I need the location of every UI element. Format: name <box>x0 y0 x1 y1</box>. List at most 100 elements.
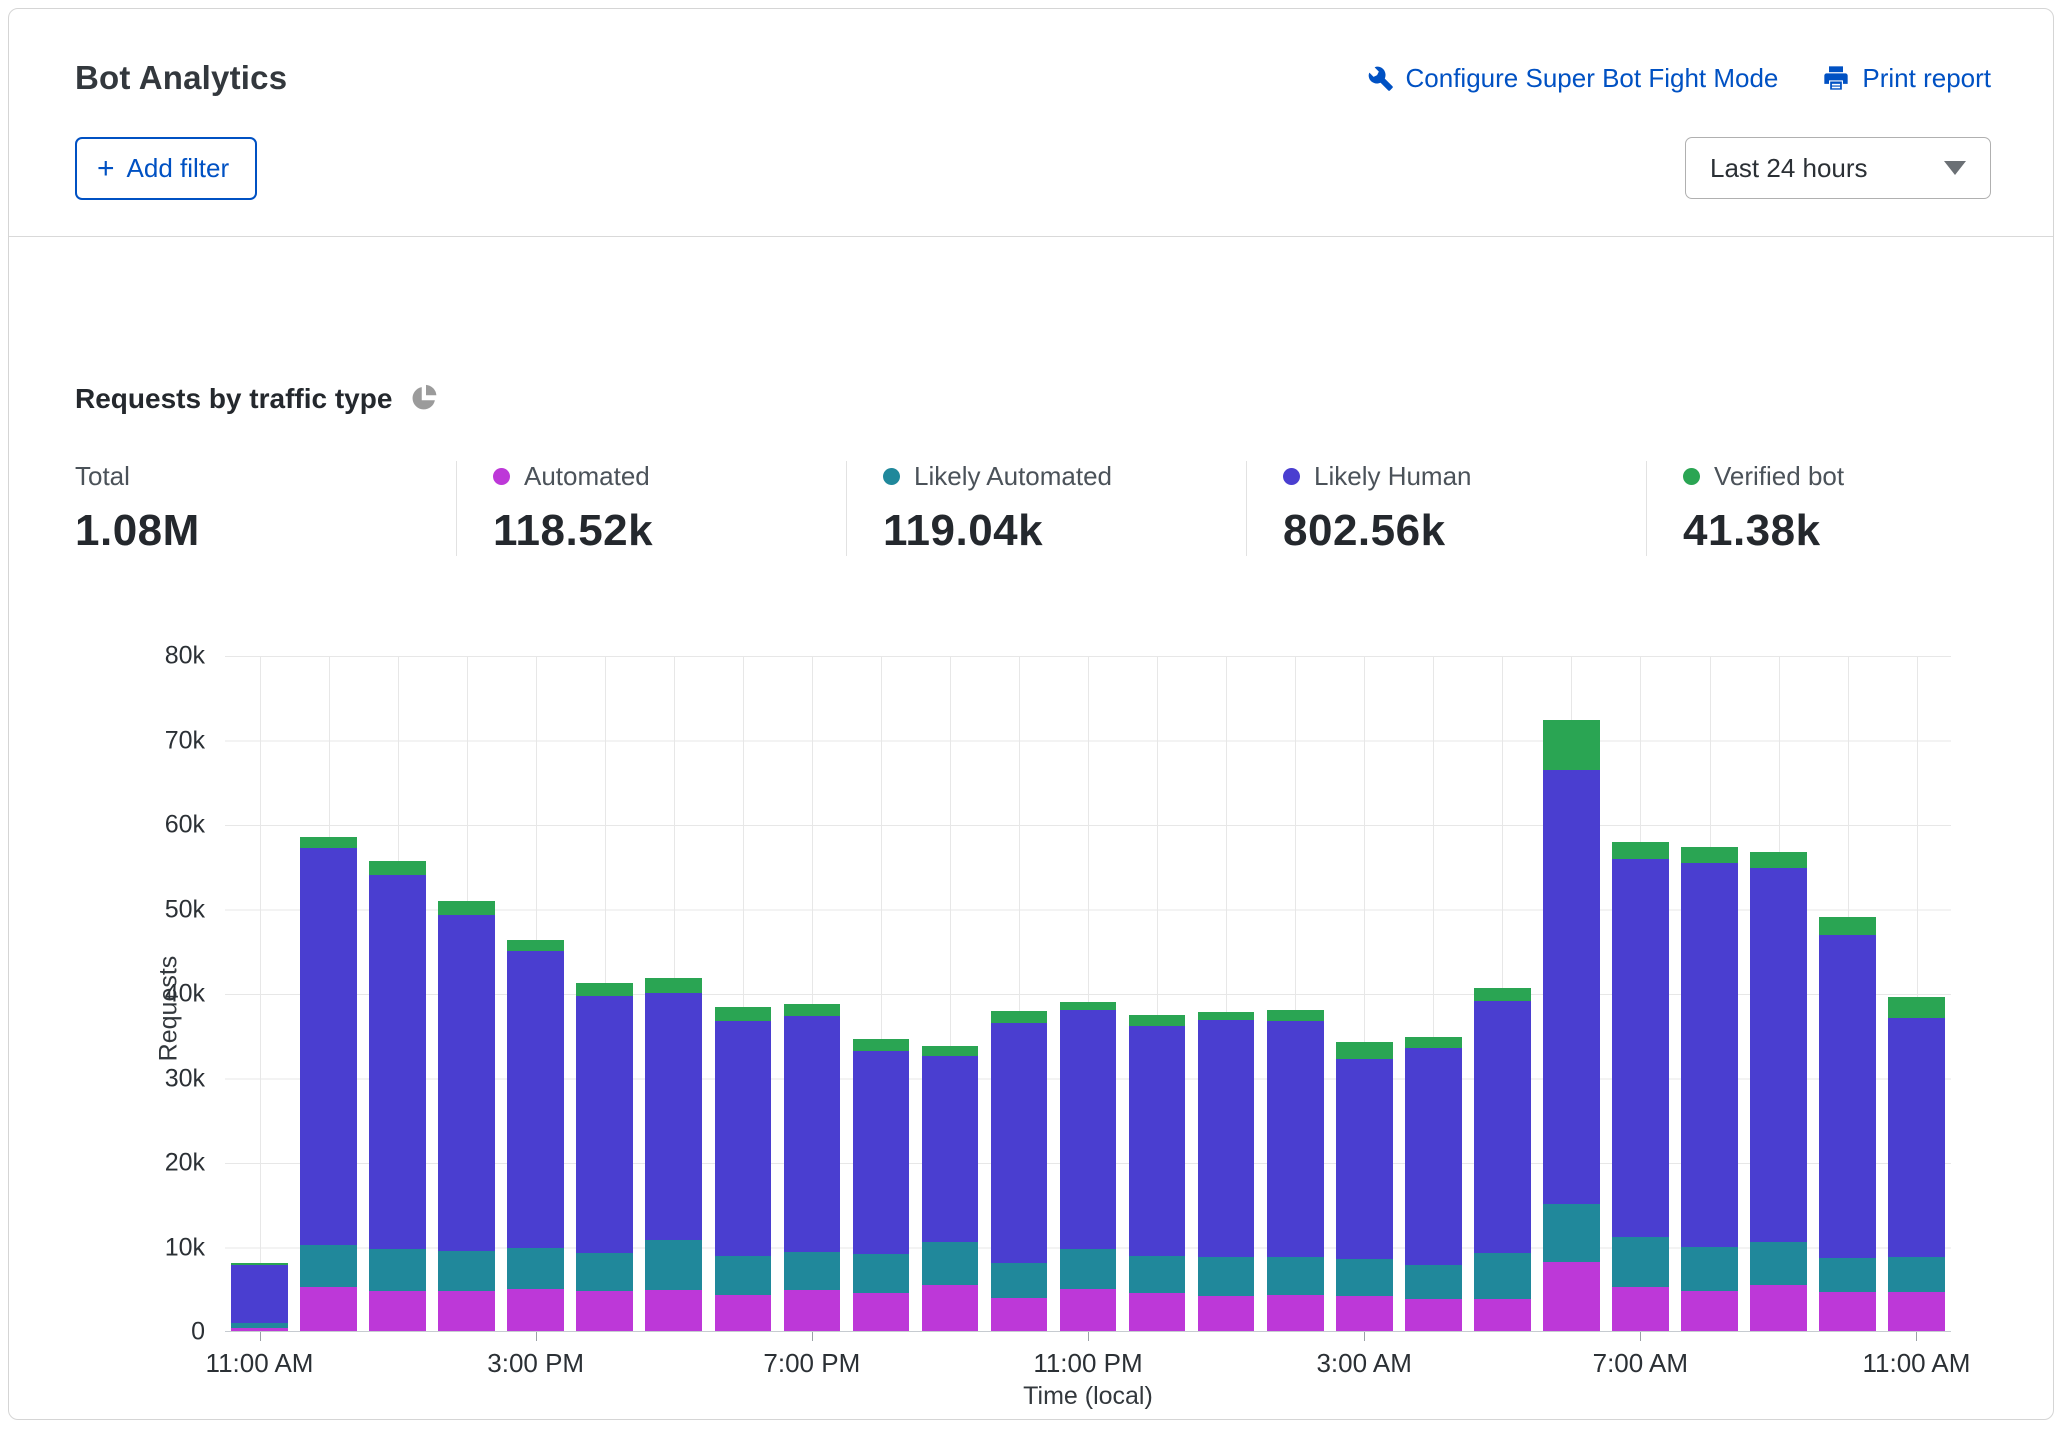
configure-super-bot-fight-mode-link[interactable]: Configure Super Bot Fight Mode <box>1366 63 1779 94</box>
stacked-bar[interactable] <box>1750 656 1807 1331</box>
bar-segment-likely-human <box>1129 1026 1186 1256</box>
bar-segment-verified-bot <box>1543 720 1600 770</box>
time-range-value: Last 24 hours <box>1710 153 1868 184</box>
bar-segment-verified-bot <box>1612 842 1669 858</box>
bar-segment-likely-automated <box>507 1248 564 1289</box>
time-range-select[interactable]: Last 24 hours <box>1685 137 1991 199</box>
bar-segment-verified-bot <box>991 1011 1048 1023</box>
stacked-bar[interactable] <box>853 656 910 1331</box>
stacked-bar[interactable] <box>369 656 426 1331</box>
bar-segment-verified-bot <box>784 1004 841 1016</box>
stacked-bar[interactable] <box>1129 656 1186 1331</box>
stacked-bar[interactable] <box>231 656 288 1331</box>
requests-bar-chart: Requests 010k20k30k40k50k60k70k80k 11:00… <box>75 656 1993 1446</box>
plot-area <box>225 656 1951 1332</box>
bar-segment-automated <box>715 1295 772 1331</box>
x-tick <box>1364 1332 1365 1341</box>
bar-segment-automated <box>1750 1285 1807 1331</box>
bar-segment-verified-bot <box>300 837 357 848</box>
hour-slot <box>985 656 1054 1331</box>
bar-segment-likely-human <box>300 848 357 1245</box>
stacked-bar[interactable] <box>715 656 772 1331</box>
bar-segment-likely-human <box>369 875 426 1249</box>
stacked-bar[interactable] <box>645 656 702 1331</box>
bar-segment-likely-automated <box>715 1256 772 1295</box>
bar-segment-automated <box>991 1298 1048 1331</box>
traffic-type-legend: Total 1.08M Automated 118.52k Likely Aut… <box>75 461 1993 556</box>
print-report-link[interactable]: Print report <box>1822 63 1991 94</box>
y-axis-labels: 010k20k30k40k50k60k70k80k <box>125 656 215 1332</box>
stat-likely-automated-value: 119.04k <box>883 506 1216 556</box>
bar-segment-likely-human <box>1681 863 1738 1247</box>
x-tick <box>1088 1332 1089 1341</box>
stacked-bar[interactable] <box>438 656 495 1331</box>
x-tick-label: 11:00 AM <box>206 1348 314 1379</box>
bar-segment-likely-human <box>1267 1021 1324 1257</box>
stacked-bar[interactable] <box>1405 656 1462 1331</box>
stacked-bar[interactable] <box>507 656 564 1331</box>
y-tick-label: 0 <box>115 1318 205 1347</box>
bar-segment-verified-bot <box>1405 1037 1462 1049</box>
bar-segment-likely-automated <box>1543 1204 1600 1262</box>
bar-segment-automated <box>1405 1299 1462 1331</box>
bar-segment-automated <box>438 1291 495 1331</box>
stat-likely-human-label: Likely Human <box>1314 461 1472 492</box>
bar-segment-automated <box>645 1290 702 1331</box>
chart-section: Requests by traffic type Total 1.08M Aut… <box>9 237 2053 1446</box>
bar-segment-automated <box>922 1285 979 1331</box>
stacked-bar[interactable] <box>576 656 633 1331</box>
hour-slot <box>915 656 984 1331</box>
stacked-bar[interactable] <box>991 656 1048 1331</box>
y-tick-label: 20k <box>115 1149 205 1178</box>
add-filter-button[interactable]: + Add filter <box>75 137 257 200</box>
bar-segment-automated <box>300 1287 357 1331</box>
bar-segment-likely-automated <box>784 1252 841 1290</box>
stacked-bar[interactable] <box>1612 656 1669 1331</box>
hour-slot <box>1330 656 1399 1331</box>
stat-automated-value: 118.52k <box>493 506 816 556</box>
stacked-bar[interactable] <box>1819 656 1876 1331</box>
bar-segment-automated <box>1888 1292 1945 1331</box>
stat-automated-label: Automated <box>524 461 650 492</box>
bar-segment-automated <box>1060 1289 1117 1331</box>
x-tick <box>260 1332 261 1341</box>
bar-segment-likely-automated <box>1405 1265 1462 1299</box>
bar-segment-likely-automated <box>576 1253 633 1292</box>
stat-likely-human-value: 802.56k <box>1283 506 1616 556</box>
bar-segment-verified-bot <box>922 1046 979 1056</box>
bar-segment-likely-human <box>1612 859 1669 1238</box>
bar-segment-likely-automated <box>1750 1242 1807 1285</box>
bar-segment-automated <box>1543 1262 1600 1331</box>
stacked-bar[interactable] <box>300 656 357 1331</box>
bar-segment-likely-automated <box>1474 1253 1531 1299</box>
bar-segment-automated <box>1819 1292 1876 1331</box>
stacked-bar[interactable] <box>1060 656 1117 1331</box>
stacked-bar[interactable] <box>1474 656 1531 1331</box>
hour-slot <box>639 656 708 1331</box>
bar-segment-automated <box>1612 1287 1669 1331</box>
bar-segment-likely-human <box>784 1016 841 1251</box>
x-tick-label: 7:00 AM <box>1593 1348 1688 1379</box>
hour-slot <box>294 656 363 1331</box>
stacked-bar[interactable] <box>1543 656 1600 1331</box>
y-tick-label: 70k <box>115 726 205 755</box>
bar-segment-likely-automated <box>1681 1247 1738 1291</box>
bar-segment-likely-automated <box>1267 1257 1324 1295</box>
stacked-bar[interactable] <box>922 656 979 1331</box>
hour-slot <box>1123 656 1192 1331</box>
stacked-bar[interactable] <box>1681 656 1738 1331</box>
bar-segment-verified-bot <box>1750 852 1807 868</box>
stacked-bar[interactable] <box>1888 656 1945 1331</box>
stacked-bar[interactable] <box>784 656 841 1331</box>
bar-segment-verified-bot <box>1888 997 1945 1018</box>
stacked-bar[interactable] <box>1267 656 1324 1331</box>
stacked-bar[interactable] <box>1198 656 1255 1331</box>
hour-slot <box>432 656 501 1331</box>
stacked-bar[interactable] <box>1336 656 1393 1331</box>
y-tick-label: 50k <box>115 895 205 924</box>
hour-slot <box>1261 656 1330 1331</box>
hour-slot <box>1882 656 1951 1331</box>
hour-slot <box>1192 656 1261 1331</box>
verified-bot-dot-icon <box>1683 468 1700 485</box>
bar-segment-likely-automated <box>645 1240 702 1290</box>
